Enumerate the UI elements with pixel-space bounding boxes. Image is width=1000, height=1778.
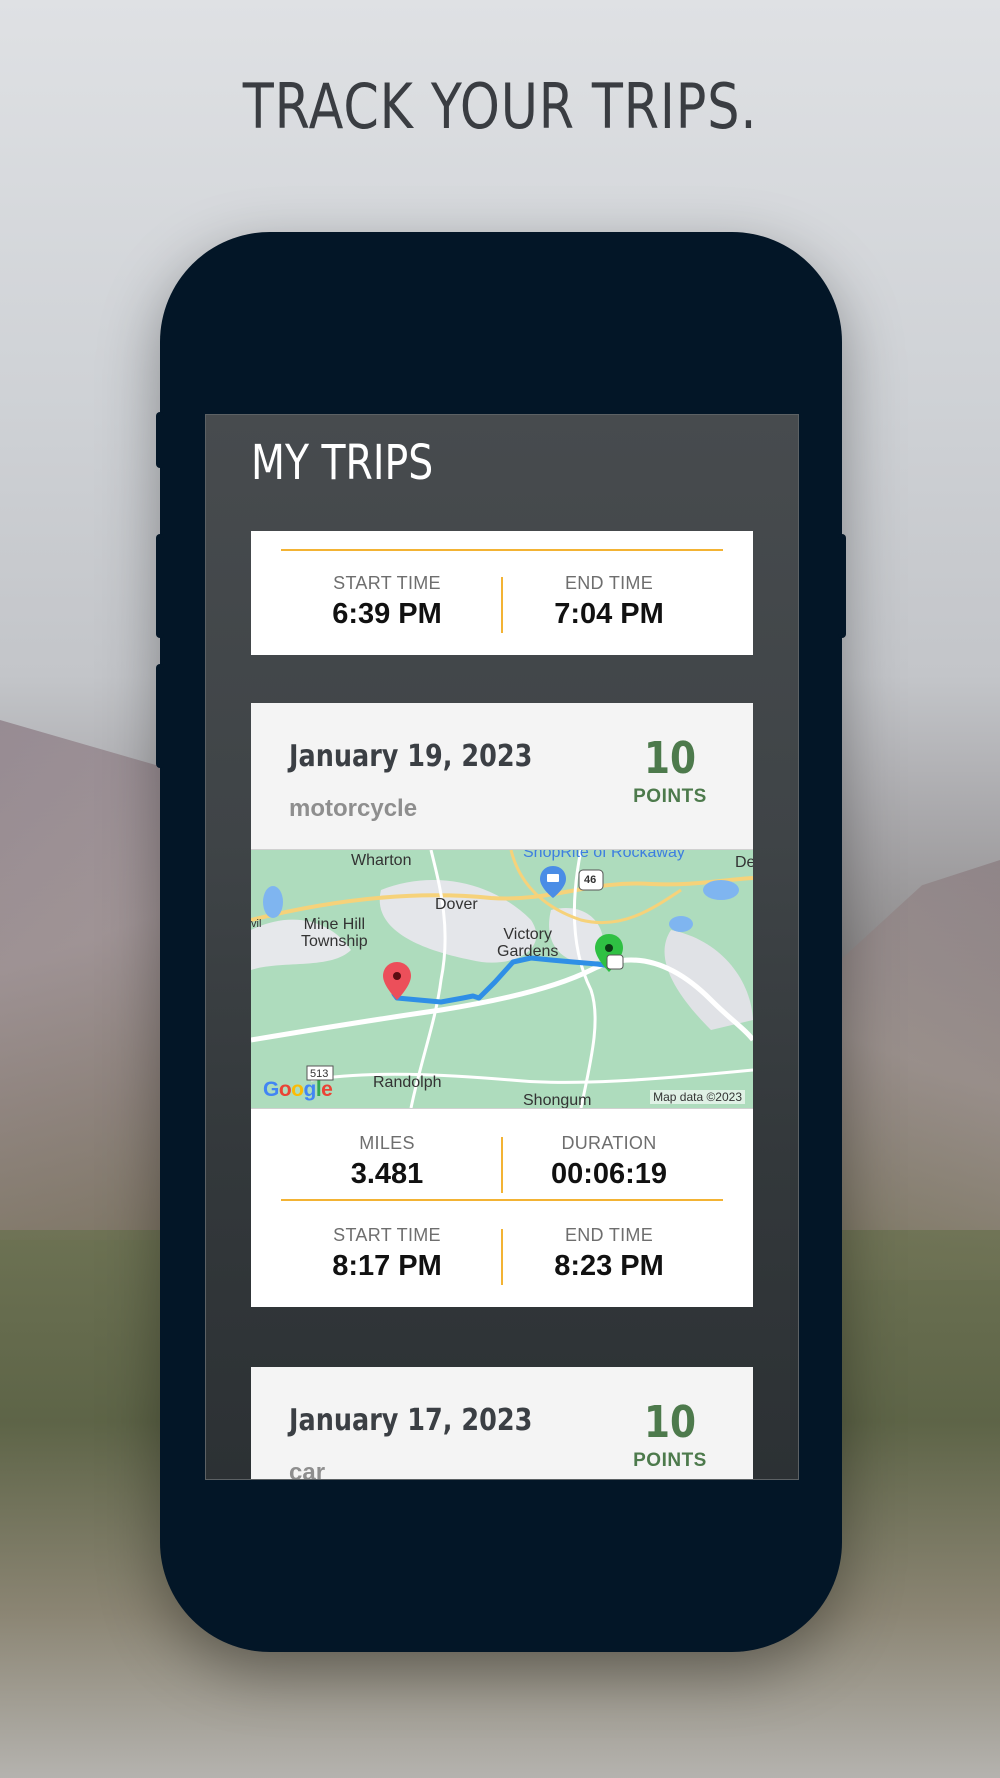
trip-card[interactable]: January 17, 2023 car 10 POINTS bbox=[251, 1367, 753, 1480]
points-value: 10 bbox=[643, 1397, 697, 1448]
phone-volume-down-button bbox=[156, 664, 164, 768]
miles-label: MILES bbox=[359, 1133, 415, 1153]
trip-card-header: January 17, 2023 car 10 POINTS bbox=[251, 1367, 753, 1480]
trip-date: January 17, 2023 bbox=[289, 1403, 533, 1438]
map-credit: Map data ©2023 bbox=[650, 1090, 745, 1104]
trip-card-header: January 19, 2023 motorcycle 10 POINTS bbox=[251, 703, 753, 849]
trip-vehicle-type: motorcycle bbox=[289, 795, 418, 822]
map-label-victory-gardens: Victory Gardens bbox=[497, 926, 559, 960]
trip-vehicle-type: car bbox=[289, 1459, 326, 1480]
app-screen[interactable]: MY TRIPS START TIME 6:39 PM END TIME 7:0… bbox=[205, 414, 799, 1480]
miles-value: 3.481 bbox=[350, 1158, 424, 1190]
trip-date: January 19, 2023 bbox=[289, 739, 533, 774]
end-time-stat: END TIME 8:23 PM bbox=[499, 1201, 719, 1283]
trip-card[interactable]: START TIME 6:39 PM END TIME 7:04 PM bbox=[251, 531, 753, 655]
points-value: 10 bbox=[643, 733, 697, 784]
start-time-stat: START TIME 6:39 PM bbox=[277, 549, 497, 631]
trip-route-map[interactable]: Wharton ShopRite of Rockaway De Dover vi… bbox=[251, 849, 753, 1109]
trip-points: 10 POINTS bbox=[625, 733, 715, 808]
duration-stat: DURATION 00:06:19 bbox=[499, 1109, 719, 1191]
start-time-value: 8:17 PM bbox=[332, 1250, 442, 1282]
map-label-mine-hill: Mine Hill Township bbox=[301, 916, 368, 950]
map-label-dover: Dover bbox=[435, 896, 478, 913]
duration-label: DURATION bbox=[561, 1133, 657, 1153]
page-title: MY TRIPS bbox=[251, 435, 434, 491]
phone-volume-up-button bbox=[156, 534, 164, 638]
map-label-shoprite: ShopRite of Rockaway bbox=[523, 849, 685, 861]
map-label-randolph: Randolph bbox=[373, 1074, 442, 1091]
phone-silent-switch bbox=[156, 412, 164, 468]
points-label: POINTS bbox=[633, 1450, 707, 1471]
end-time-label: END TIME bbox=[564, 1225, 654, 1245]
google-logo: Google bbox=[263, 1078, 333, 1101]
phone-power-button bbox=[838, 534, 846, 638]
end-time-label: END TIME bbox=[564, 573, 654, 593]
headline: TRACK YOUR TRIPS. bbox=[242, 70, 758, 143]
start-time-label: START TIME bbox=[333, 573, 441, 593]
trip-points: 10 POINTS bbox=[625, 1397, 715, 1472]
end-time-stat: END TIME 7:04 PM bbox=[499, 549, 719, 631]
duration-value: 00:06:19 bbox=[550, 1158, 668, 1190]
start-time-value: 6:39 PM bbox=[332, 598, 442, 630]
start-time-label: START TIME bbox=[333, 1225, 441, 1245]
points-label: POINTS bbox=[633, 786, 707, 807]
trip-card[interactable]: January 19, 2023 motorcycle 10 POINTS Wh… bbox=[251, 703, 753, 1307]
map-label-route-46: 46 bbox=[584, 874, 597, 886]
map-label-shongum: Shongum bbox=[523, 1092, 592, 1109]
map-label-wharton: Wharton bbox=[351, 852, 412, 869]
distance-row: MILES 3.481 DURATION 00:06:19 bbox=[251, 1109, 753, 1199]
time-row: START TIME 8:17 PM END TIME 8:23 PM bbox=[251, 1201, 753, 1307]
start-time-stat: START TIME 8:17 PM bbox=[277, 1201, 497, 1283]
map-label-de: De bbox=[735, 854, 753, 871]
miles-stat: MILES 3.481 bbox=[277, 1109, 497, 1191]
map-label-vil: vil bbox=[251, 918, 262, 930]
end-time-value: 7:04 PM bbox=[554, 598, 664, 630]
end-time-value: 8:23 PM bbox=[554, 1250, 664, 1282]
time-row: START TIME 6:39 PM END TIME 7:04 PM bbox=[251, 549, 753, 639]
